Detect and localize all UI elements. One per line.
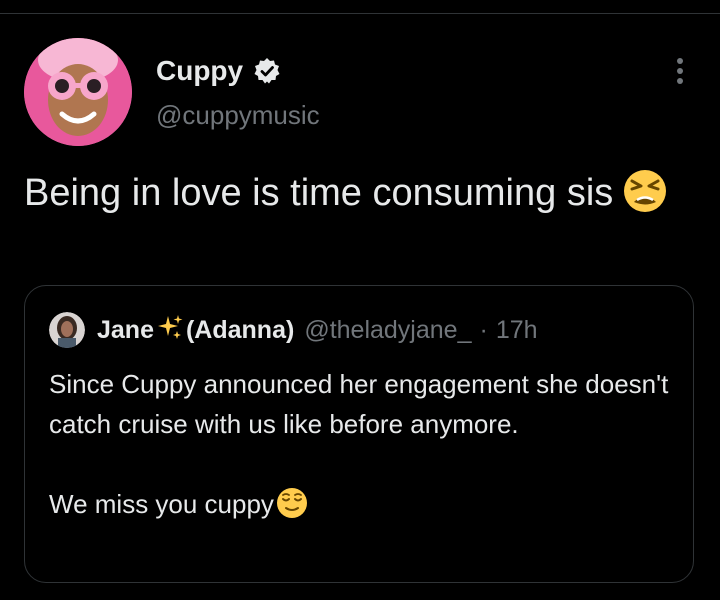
quoted-author-avatar[interactable]	[49, 312, 85, 348]
sparkles-icon	[156, 313, 184, 348]
quoted-tweet-time[interactable]: 17h	[496, 316, 538, 345]
top-divider	[0, 13, 720, 14]
quoted-tweet-paragraph-2-text: We miss you cuppy	[49, 489, 274, 519]
relieved-face-emoji	[276, 487, 308, 530]
more-options-icon[interactable]	[670, 56, 690, 86]
tweet-text-container: Being in love is time consuming sis	[24, 166, 684, 228]
quoted-tweet-card[interactable]: Jane (Adanna) @theladyjane_ · 17h Since …	[24, 285, 694, 583]
quoted-tweet-paragraph-2: We miss you cuppy	[49, 484, 679, 530]
quoted-author-name-second[interactable]: (Adanna)	[186, 316, 294, 345]
verified-badge-icon	[253, 57, 281, 85]
tweet-text: Being in love is time consuming sis	[24, 172, 614, 214]
author-handle[interactable]: @cuppymusic	[156, 100, 320, 131]
quoted-author-name-first[interactable]: Jane	[97, 316, 154, 345]
author-name-row[interactable]: Cuppy	[156, 55, 281, 87]
quoted-tweet-header: Jane (Adanna) @theladyjane_ · 17h	[49, 312, 538, 348]
author-name[interactable]: Cuppy	[156, 55, 243, 87]
quoted-tweet-paragraph-1: Since Cuppy announced her engagement she…	[49, 369, 669, 439]
tired-face-emoji	[623, 169, 667, 228]
quoted-tweet-body: Since Cuppy announced her engagement she…	[49, 364, 679, 530]
quoted-author-handle[interactable]: @theladyjane_	[304, 316, 471, 345]
separator-dot: ·	[479, 315, 488, 344]
author-avatar[interactable]	[24, 38, 132, 146]
